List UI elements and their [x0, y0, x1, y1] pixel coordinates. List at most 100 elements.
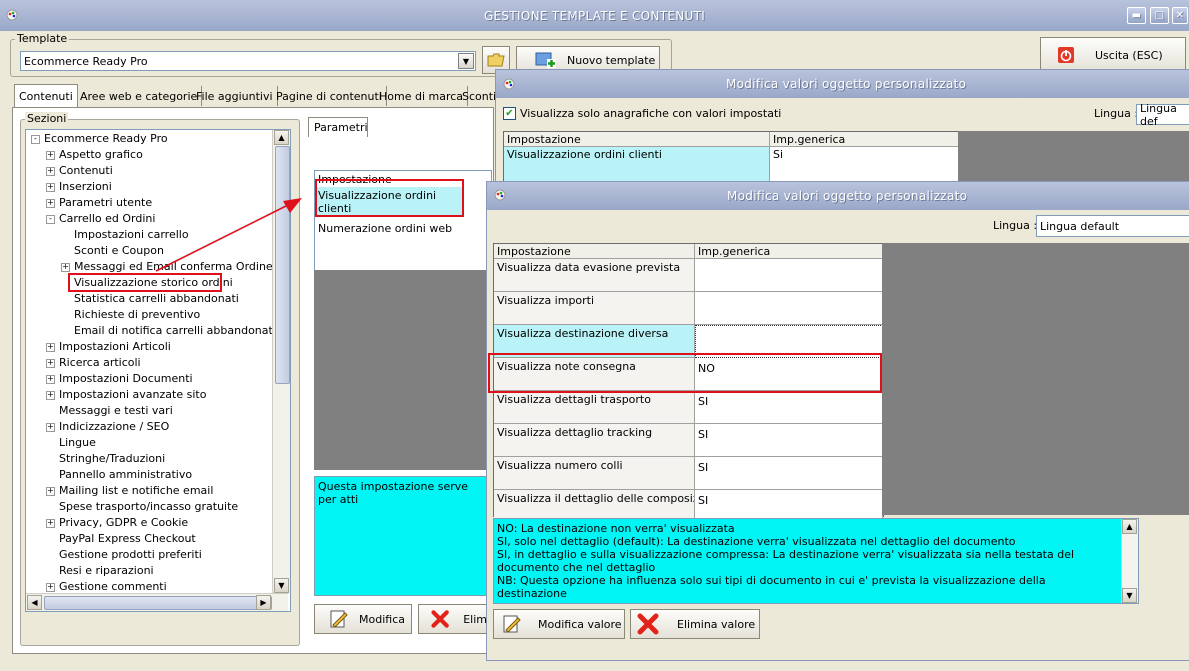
highlight-params-row: [315, 179, 464, 217]
tree-item[interactable]: Mailing list e notifiche email: [59, 483, 213, 499]
tab-sconti[interactable]: Sconti: [458, 86, 500, 106]
filter-checkbox[interactable]: ✔: [503, 107, 516, 120]
tree-item[interactable]: Messaggi e testi vari: [59, 403, 173, 419]
dialog-2-row-value[interactable]: SI: [695, 457, 883, 490]
expand-icon[interactable]: +: [46, 487, 55, 496]
tree-horizontal-scrollbar[interactable]: ◀ ▶: [26, 593, 288, 611]
dialog-2-row-setting[interactable]: Visualizza numero colli: [494, 457, 695, 490]
expand-icon[interactable]: +: [46, 359, 55, 368]
dialog-1-language-combo[interactable]: Lingua def: [1136, 102, 1189, 128]
desc-vertical-scrollbar[interactable]: ▲ ▼: [1121, 519, 1138, 603]
tree-item[interactable]: Privacy, GDPR e Cookie: [59, 515, 188, 531]
tree-item[interactable]: Lingue: [59, 435, 96, 451]
tree-item[interactable]: Impostazioni avanzate sito: [59, 387, 206, 403]
tree-item[interactable]: Stringhe/Traduzioni: [59, 451, 165, 467]
tree-item[interactable]: Resi e riparazioni: [59, 563, 154, 579]
close-icon: ✕: [1175, 10, 1185, 21]
delete-value-button[interactable]: Elimina valore: [630, 609, 760, 639]
filter-checkbox-row[interactable]: ✔ Visualizza solo anagrafiche con valori…: [503, 107, 781, 120]
tree-item[interactable]: Pannello amministrativo: [59, 467, 192, 483]
dialog-2-language-label: Lingua :: [993, 219, 1038, 232]
tab-pagine-contenuti[interactable]: Pagine di contenuti: [272, 86, 387, 106]
tree-item[interactable]: Parametri utente: [59, 195, 152, 211]
expand-icon[interactable]: +: [46, 391, 55, 400]
red-arrow-annotation: [155, 198, 302, 272]
sections-label: Sezioni: [25, 112, 69, 125]
dialog-1-col-generic: Imp.generica: [770, 132, 959, 147]
dialog-2-row-value[interactable]: SI: [695, 391, 883, 424]
expand-icon[interactable]: +: [46, 423, 55, 432]
dialog-2-row-setting[interactable]: Visualizza dettagli trasporto: [494, 391, 695, 424]
dialog-2-language-combo[interactable]: Lingua default: [1036, 215, 1189, 237]
scroll-left-icon[interactable]: ◀: [27, 595, 42, 610]
tree-item[interactable]: Aspetto grafico: [59, 147, 143, 163]
template-combo[interactable]: Ecommerce Ready Pro ▼: [20, 51, 476, 71]
tree-hscroll-thumb[interactable]: [44, 596, 272, 610]
tab-aree-web[interactable]: Aree web e categorie: [76, 86, 203, 106]
expand-icon[interactable]: +: [46, 343, 55, 352]
dialog-2-col-setting: Impostazione: [494, 244, 695, 259]
tree-item[interactable]: PayPal Express Checkout: [59, 531, 196, 547]
delete-button[interactable]: Elim: [418, 604, 488, 634]
tree-item[interactable]: Carrello ed Ordini: [59, 211, 155, 227]
dialog-2-row-value[interactable]: [695, 259, 883, 292]
expand-icon[interactable]: +: [46, 519, 55, 528]
params-row-numerazione[interactable]: Numerazione ordini web: [318, 222, 452, 235]
main-title-bar: GESTIONE TEMPLATE E CONTENUTI ▬ □ ✕: [0, 0, 1189, 31]
expand-icon[interactable]: +: [46, 151, 55, 160]
tree-item[interactable]: Richieste di preventivo: [74, 307, 200, 323]
dialog-1-language-label: Lingua :: [1094, 107, 1139, 120]
scroll-right-icon[interactable]: ▶: [256, 595, 271, 610]
collapse-icon[interactable]: -: [31, 135, 40, 144]
tree-item[interactable]: Gestione prodotti preferiti: [59, 547, 202, 563]
scroll-down-icon[interactable]: ▼: [274, 578, 289, 593]
dialog-2-row-value[interactable]: SI: [695, 424, 883, 457]
modify-value-button[interactable]: Modifica valore: [493, 609, 625, 639]
dialog-2-icon: [494, 189, 506, 201]
edit-icon: [330, 610, 348, 628]
collapse-icon[interactable]: -: [46, 215, 55, 224]
tree-item[interactable]: Contenuti: [59, 163, 113, 179]
tree-item[interactable]: Indicizzazione / SEO: [59, 419, 169, 435]
highlight-note-consegna: [488, 353, 882, 393]
desc-scroll-down-icon[interactable]: ▼: [1122, 588, 1137, 603]
minimize-button[interactable]: ▬: [1127, 7, 1146, 24]
dialog-2-row-setting[interactable]: Visualizza importi: [494, 292, 695, 325]
chevron-down-icon[interactable]: ▼: [458, 53, 474, 69]
exit-button[interactable]: Uscita (ESC): [1040, 37, 1186, 73]
modify-button[interactable]: Modifica: [314, 604, 412, 634]
scroll-up-icon[interactable]: ▲: [274, 130, 289, 145]
tree-item[interactable]: Statistica carrelli abbandonati: [74, 291, 239, 307]
maximize-icon: □: [1154, 10, 1165, 21]
tree-item[interactable]: Impostazioni Documenti: [59, 371, 193, 387]
expand-icon[interactable]: +: [46, 583, 55, 592]
dialog-2-description: NO: La destinazione non verra' visualizz…: [493, 518, 1139, 604]
close-button[interactable]: ✕: [1172, 7, 1188, 24]
tree-item[interactable]: Email di notifica carrelli abbandonati: [74, 323, 276, 339]
tab-parametri[interactable]: Parametri: [308, 117, 368, 137]
edit-icon: [503, 615, 521, 633]
dialog-2-row-setting[interactable]: Visualizza data evasione prevista: [494, 259, 695, 292]
desc-scroll-up-icon[interactable]: ▲: [1122, 519, 1137, 534]
dialog-2-row-value[interactable]: [695, 292, 883, 325]
tab-file-aggiuntivi[interactable]: File aggiuntivi: [192, 86, 278, 106]
expand-icon[interactable]: +: [46, 167, 55, 176]
tree-root[interactable]: Ecommerce Ready Pro: [44, 131, 168, 147]
tree-item[interactable]: Impostazioni Articoli: [59, 339, 171, 355]
dialog-1-title-bar: Modifica valori oggetto personalizzato: [496, 70, 1189, 98]
expand-icon[interactable]: +: [46, 183, 55, 192]
tree-item[interactable]: Ricerca articoli: [59, 355, 141, 371]
maximize-button[interactable]: □: [1150, 7, 1169, 24]
expand-icon[interactable]: +: [46, 375, 55, 384]
description-line: NO: La destinazione non verra' visualizz…: [497, 522, 735, 535]
dialog-2-title-bar: Modifica valori oggetto personalizzato: [487, 182, 1189, 210]
tree-item[interactable]: Spese trasporto/incasso gratuite: [59, 499, 238, 515]
dialog-2-row-setting[interactable]: Visualizza dettaglio tracking: [494, 424, 695, 457]
description-line: SI, in dettaglio e sulla visualizzazione…: [497, 548, 1075, 574]
tab-home-marca[interactable]: Home di marca: [375, 86, 469, 106]
description-line: NB: Questa opzione ha influenza solo sui…: [497, 574, 1046, 600]
tab-contenuti[interactable]: Contenuti: [14, 84, 78, 108]
tree-item[interactable]: Inserzioni: [59, 179, 112, 195]
expand-icon[interactable]: +: [46, 199, 55, 208]
expand-icon[interactable]: +: [61, 263, 70, 272]
